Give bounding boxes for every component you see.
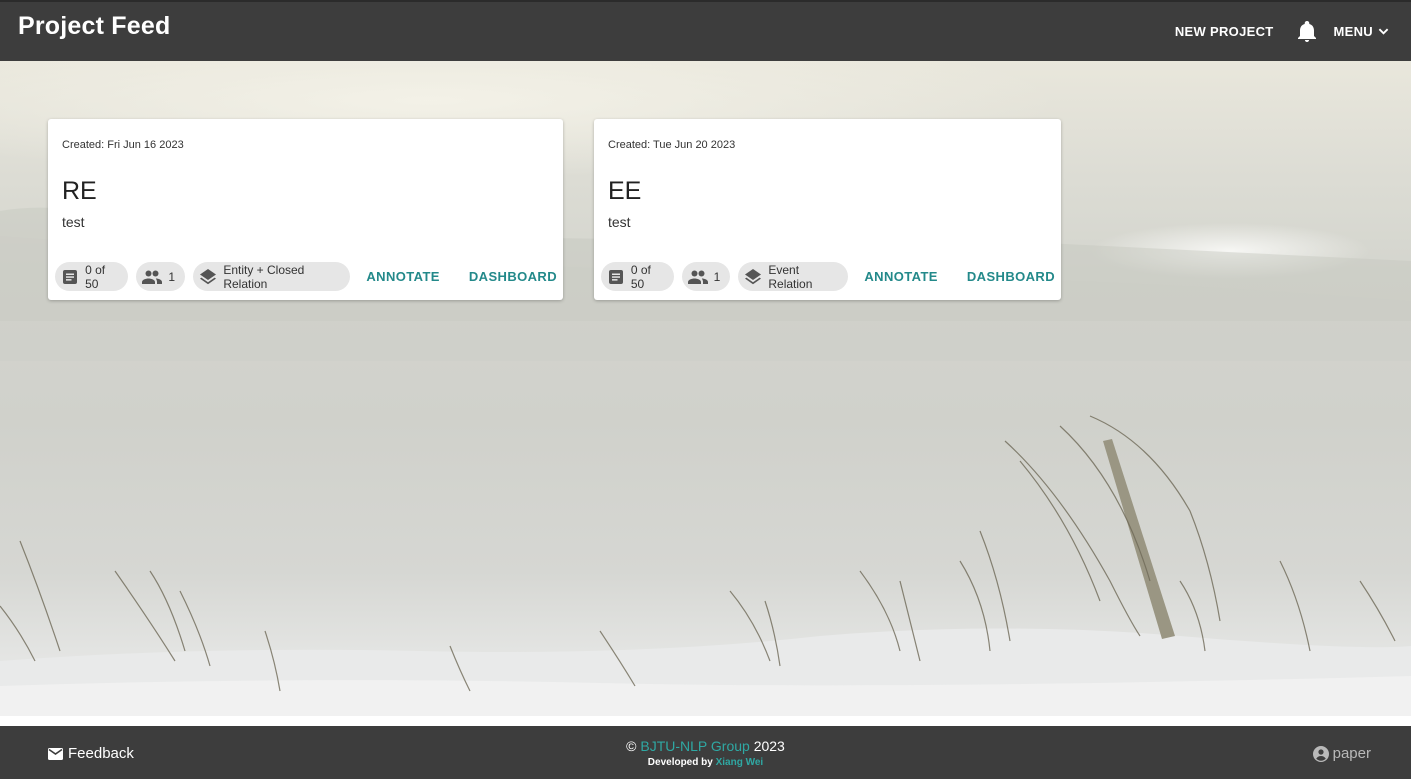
project-name: RE <box>62 177 97 205</box>
top-bar-actions: NEW PROJECT MENU <box>1175 2 1389 61</box>
documents-count: 0 of 50 <box>630 262 651 291</box>
layers-icon <box>744 267 762 287</box>
project-type: Entity + Closed Relation <box>223 262 305 291</box>
documents-count: 0 of 50 <box>85 262 106 291</box>
card-actions: 0 of 50 1 Entity + Closed Relation ANNOT… <box>55 262 563 291</box>
document-icon <box>607 267 625 287</box>
members-count: 1 <box>168 269 176 284</box>
new-project-button[interactable]: NEW PROJECT <box>1175 24 1274 39</box>
username: paper <box>1332 745 1371 762</box>
members-chip: 1 <box>136 262 186 291</box>
account-circle-icon <box>1312 745 1329 762</box>
dashboard-button[interactable]: DASHBOARD <box>961 269 1061 284</box>
annotate-button[interactable]: ANNOTATE <box>360 269 446 284</box>
copyright-year: 2023 <box>753 738 785 754</box>
top-app-bar: Project Feed NEW PROJECT MENU <box>0 0 1411 61</box>
members-chip: 1 <box>681 262 731 291</box>
developed-by-label: Developed by <box>647 757 713 768</box>
layers-icon <box>199 267 217 287</box>
people-icon <box>142 267 163 287</box>
project-description: test <box>62 214 85 230</box>
members-count: 1 <box>713 269 721 284</box>
menu-label: MENU <box>1333 24 1373 39</box>
document-icon <box>61 267 79 287</box>
page-title: Project Feed <box>18 12 171 40</box>
project-name: EE <box>608 177 642 205</box>
project-card: Created: Fri Jun 16 2023 RE test 0 of 50… <box>48 119 563 300</box>
developer-link[interactable]: Xiang Wei <box>716 757 764 768</box>
created-date: Created: Fri Jun 16 2023 <box>62 139 184 151</box>
user-account[interactable]: paper <box>1312 745 1371 762</box>
documents-chip: 0 of 50 <box>601 262 674 291</box>
created-date: Created: Tue Jun 20 2023 <box>608 139 736 151</box>
project-description: test <box>608 214 631 230</box>
project-type: Event Relation <box>768 262 813 291</box>
group-link[interactable]: BJTU-NLP Group <box>640 738 749 754</box>
project-card: Created: Tue Jun 20 2023 EE test 0 of 50… <box>594 119 1061 300</box>
documents-chip: 0 of 50 <box>55 262 129 291</box>
chevron-down-icon <box>1378 28 1389 35</box>
annotate-button[interactable]: ANNOTATE <box>858 269 944 284</box>
bell-icon[interactable] <box>1296 21 1318 43</box>
footer: Feedback © BJTU-NLP Group 2023 Developed… <box>0 726 1411 779</box>
card-actions: 0 of 50 1 Event Relation ANNOTATE DASHBO… <box>601 262 1061 291</box>
footer-credits: © BJTU-NLP Group 2023 Developed by Xiang… <box>0 738 1411 768</box>
people-icon <box>687 267 708 287</box>
project-type-chip: Entity + Closed Relation <box>193 262 351 291</box>
project-type-chip: Event Relation <box>738 262 849 291</box>
copyright-symbol: © <box>626 738 637 754</box>
menu-button[interactable]: MENU <box>1334 24 1389 39</box>
developed-by-line: Developed by Xiang Wei <box>0 757 1411 768</box>
dashboard-button[interactable]: DASHBOARD <box>463 269 563 284</box>
